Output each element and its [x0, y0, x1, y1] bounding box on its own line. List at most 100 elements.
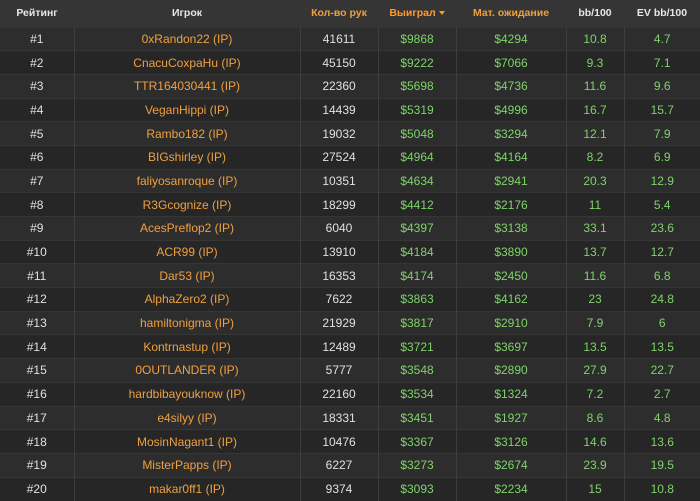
evbb100-cell: 5.4 — [624, 192, 700, 217]
evbb100-cell: 13.6 — [624, 429, 700, 454]
rank-cell: #12 — [0, 287, 75, 312]
bb100-cell: 7.9 — [566, 310, 625, 335]
evbb100-cell: 13.5 — [624, 334, 700, 359]
rank-cell: #7 — [0, 168, 75, 193]
bb100-cell: 13.7 — [566, 239, 625, 264]
bb100-cell: 11 — [566, 192, 625, 217]
table-row: #14 Kontrnastup (IP) 12489 $3721 $3697 13.5 13… — [0, 334, 700, 359]
header-ev[interactable]: Мат. ожидание — [456, 0, 566, 27]
won-cell: $4174 — [378, 263, 457, 288]
won-cell: $9222 — [378, 50, 457, 75]
player-link[interactable]: hardbibayouknow (IP) — [74, 381, 301, 406]
player-link[interactable]: faliyosanroque (IP) — [74, 168, 301, 193]
header-won[interactable]: Выиграл — [378, 0, 456, 27]
hands-cell: 22360 — [300, 73, 379, 99]
table-row: #20 makar0ff1 (IP) 9374 $3093 $2234 15 10.8 — [0, 476, 700, 501]
header-hands[interactable]: Кол-во рук — [300, 0, 378, 27]
player-link[interactable]: 0xRandon22 (IP) — [74, 26, 301, 51]
won-cell: $3863 — [378, 287, 457, 312]
hands-cell: 18331 — [300, 405, 379, 430]
player-link[interactable]: AlphaZero2 (IP) — [74, 287, 301, 312]
bb100-cell: 23 — [566, 287, 625, 312]
hands-cell: 22160 — [300, 381, 379, 406]
player-link[interactable]: MosinNagant1 (IP) — [74, 429, 301, 454]
evbb100-cell: 19.5 — [624, 452, 700, 478]
header-bb100[interactable]: bb/100 — [566, 0, 624, 27]
hands-cell: 13910 — [300, 239, 379, 264]
hands-cell: 41611 — [300, 26, 379, 51]
table-row: #8 R3Gcognize (IP) 18299 $4412 $2176 11 5.4 — [0, 192, 700, 217]
hands-cell: 14439 — [300, 97, 379, 122]
player-link[interactable]: CnacuCoxpaHu (IP) — [74, 50, 301, 75]
player-link[interactable]: 0OUTLANDER (IP) — [74, 358, 301, 383]
rank-cell: #18 — [0, 429, 75, 454]
bb100-cell: 15 — [566, 476, 625, 501]
bb100-cell: 23.9 — [566, 452, 625, 478]
evbb100-cell: 12.9 — [624, 168, 700, 193]
bb100-cell: 16.7 — [566, 97, 625, 122]
rank-cell: #11 — [0, 263, 75, 288]
table-row: #2 CnacuCoxpaHu (IP) 45150 $9222 $7066 9.3 7.1 — [0, 50, 700, 75]
evbb100-cell: 4.7 — [624, 26, 700, 51]
won-cell: $4397 — [378, 216, 457, 241]
ev-cell: $4996 — [456, 97, 567, 122]
player-link[interactable]: R3Gcognize (IP) — [74, 192, 301, 217]
evbb100-cell: 23.6 — [624, 216, 700, 241]
player-link[interactable]: AcesPreflop2 (IP) — [74, 216, 301, 241]
rank-cell: #6 — [0, 144, 75, 170]
table-row: #6 BIGshirley (IP) 27524 $4964 $4164 8.2 6.9 — [0, 144, 700, 170]
ev-cell: $1927 — [456, 405, 567, 430]
table-row: #7 faliyosanroque (IP) 10351 $4634 $2941 20.3… — [0, 168, 700, 193]
ev-cell: $2450 — [456, 263, 567, 288]
player-link[interactable]: hamiltonigma (IP) — [74, 310, 301, 335]
bb100-cell: 27.9 — [566, 358, 625, 383]
rank-cell: #17 — [0, 405, 75, 430]
hands-cell: 6040 — [300, 216, 379, 241]
evbb100-cell: 24.8 — [624, 287, 700, 312]
ev-cell: $2176 — [456, 192, 567, 217]
evbb100-cell: 15.7 — [624, 97, 700, 122]
evbb100-cell: 7.9 — [624, 121, 700, 146]
player-link[interactable]: ACR99 (IP) — [74, 239, 301, 264]
table-row: #1 0xRandon22 (IP) 41611 $9868 $4294 10.8 4.7 — [0, 26, 700, 51]
player-link[interactable]: makar0ff1 (IP) — [74, 476, 301, 501]
header-evbb100[interactable]: EV bb/100 — [624, 0, 700, 27]
ev-cell: $2910 — [456, 310, 567, 335]
player-link[interactable]: MisterPapps (IP) — [74, 452, 301, 478]
player-link[interactable]: Rambo182 (IP) — [74, 121, 301, 146]
header-rank[interactable]: Рейтинг — [0, 0, 74, 27]
rank-cell: #14 — [0, 334, 75, 359]
ev-cell: $2674 — [456, 452, 567, 478]
won-cell: $4964 — [378, 144, 457, 170]
player-link[interactable]: TTR164030441 (IP) — [74, 73, 301, 99]
player-link[interactable]: VeganHippi (IP) — [74, 97, 301, 122]
evbb100-cell: 6.9 — [624, 144, 700, 170]
table-row: #16 hardbibayouknow (IP) 22160 $3534 $1324 7.… — [0, 381, 700, 406]
hands-cell: 12489 — [300, 334, 379, 359]
rank-cell: #1 — [0, 26, 75, 51]
player-link[interactable]: e4silyy (IP) — [74, 405, 301, 430]
bb100-cell: 33.1 — [566, 216, 625, 241]
ev-cell: $1324 — [456, 381, 567, 406]
player-link[interactable]: Dar53 (IP) — [74, 263, 301, 288]
hands-cell: 10351 — [300, 168, 379, 193]
bb100-cell: 11.6 — [566, 73, 625, 99]
won-cell: $5698 — [378, 73, 457, 99]
hands-cell: 10476 — [300, 429, 379, 454]
won-cell: $3451 — [378, 405, 457, 430]
player-link[interactable]: BIGshirley (IP) — [74, 144, 301, 170]
table-row: #4 VeganHippi (IP) 14439 $5319 $4996 16.7 15.7 — [0, 97, 700, 122]
bb100-cell: 11.6 — [566, 263, 625, 288]
evbb100-cell: 2.7 — [624, 381, 700, 406]
won-cell: $4184 — [378, 239, 457, 264]
player-link[interactable]: Kontrnastup (IP) — [74, 334, 301, 359]
header-player[interactable]: Игрок — [74, 0, 300, 27]
bb100-cell: 9.3 — [566, 50, 625, 75]
bb100-cell: 10.8 — [566, 26, 625, 51]
rank-cell: #3 — [0, 73, 75, 99]
rank-cell: #9 — [0, 216, 75, 241]
ev-cell: $2890 — [456, 358, 567, 383]
hands-cell: 19032 — [300, 121, 379, 146]
hands-cell: 5777 — [300, 358, 379, 383]
bb100-cell: 8.6 — [566, 405, 625, 430]
